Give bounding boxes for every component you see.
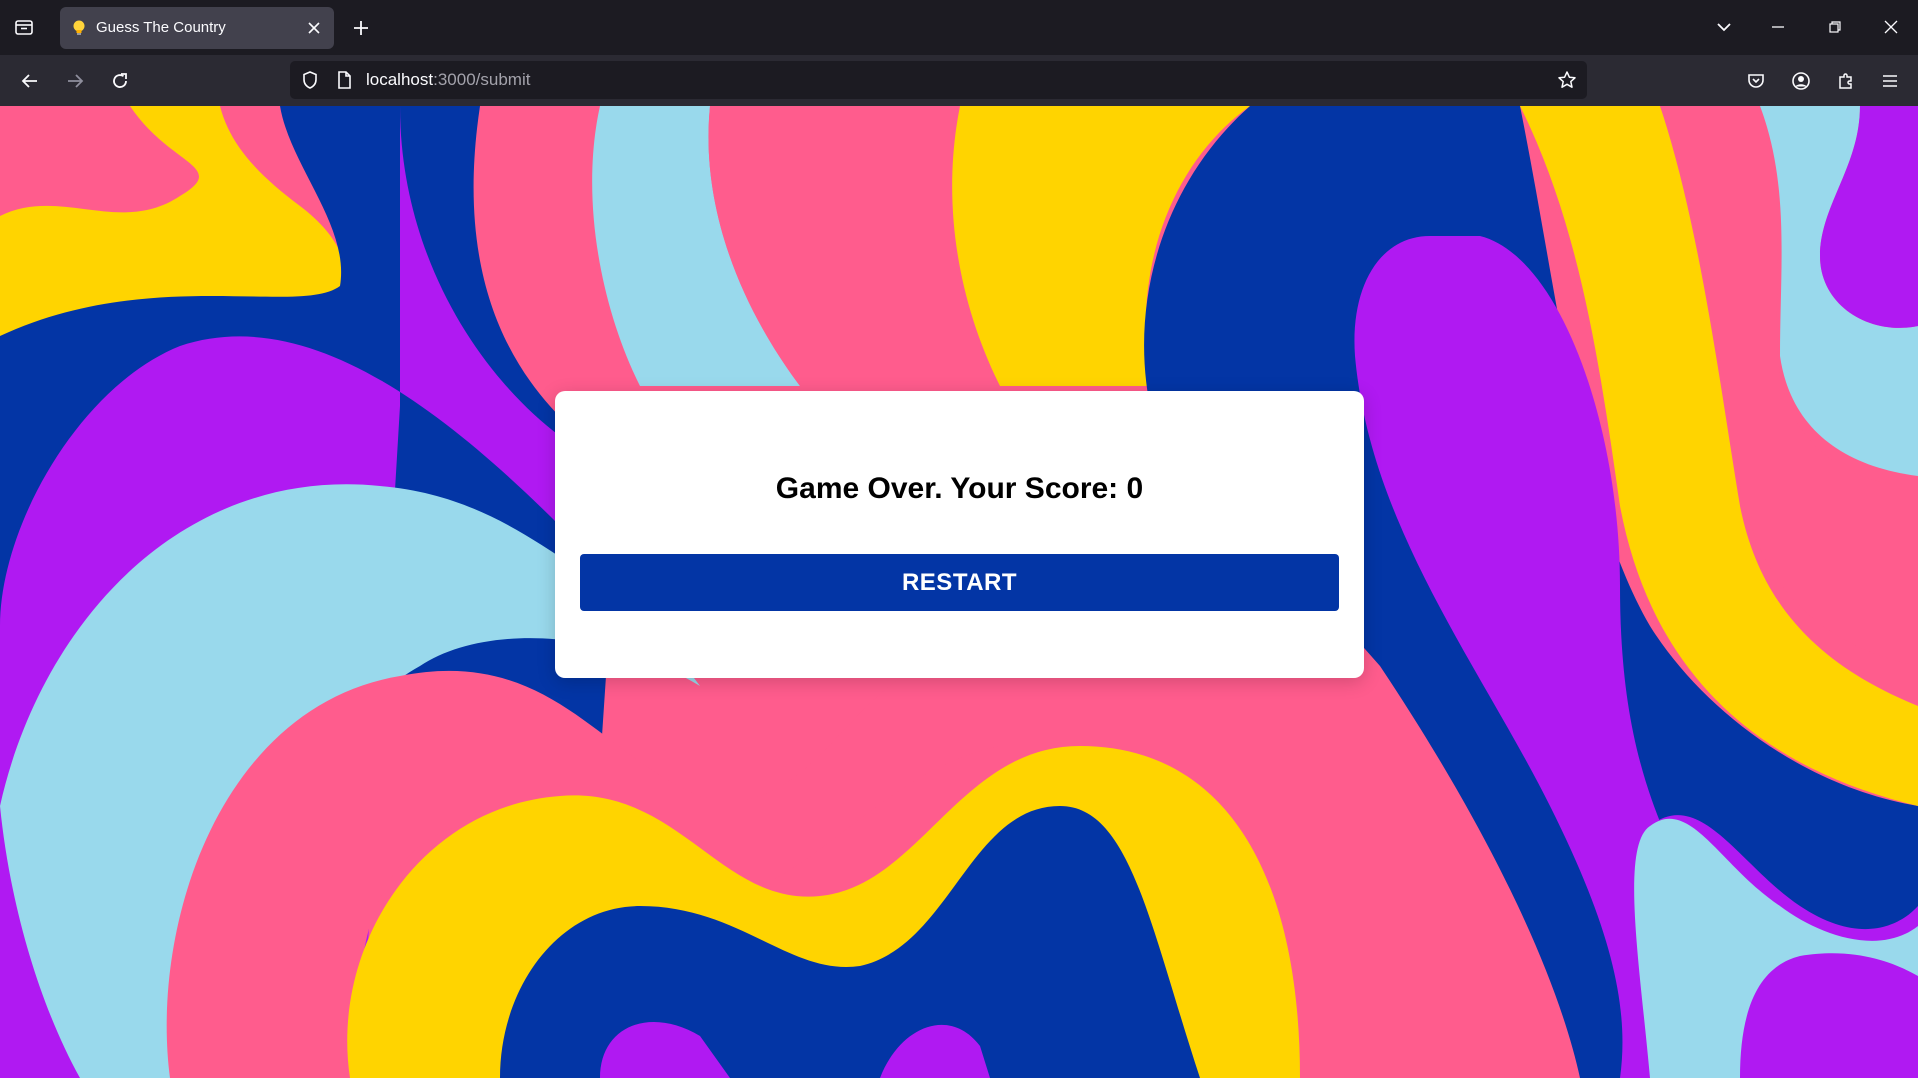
forward-arrow-icon[interactable] <box>61 67 89 95</box>
result-card: Game Over. Your Score: 0 RESTART <box>555 391 1364 678</box>
restart-button[interactable]: RESTART <box>580 554 1339 611</box>
hamburger-menu-icon[interactable] <box>1876 67 1904 95</box>
plus-icon[interactable] <box>348 15 374 41</box>
close-icon[interactable] <box>304 18 324 38</box>
account-icon[interactable] <box>1787 67 1815 95</box>
score-heading: Game Over. Your Score: 0 <box>775 472 1144 505</box>
tab-list-icon[interactable] <box>12 15 36 39</box>
reload-icon[interactable] <box>106 67 134 95</box>
tab-title: Guess The Country <box>96 19 226 36</box>
minimize-icon[interactable] <box>1764 14 1792 40</box>
restore-icon[interactable] <box>1821 14 1849 40</box>
page-content: Game Over. Your Score: 0 RESTART <box>0 106 1918 1078</box>
puzzle-icon[interactable] <box>1832 67 1860 95</box>
url-path: :3000/submit <box>433 70 531 89</box>
page-icon[interactable] <box>334 70 354 90</box>
navigation-toolbar: localhost:3000/submit <box>0 55 1918 106</box>
shield-icon[interactable] <box>300 70 320 90</box>
close-icon[interactable] <box>1877 14 1905 40</box>
address-bar[interactable]: localhost:3000/submit <box>290 61 1587 99</box>
url-host: localhost <box>366 70 434 89</box>
lightbulb-icon <box>70 19 88 37</box>
star-icon[interactable] <box>1557 70 1577 90</box>
chevron-down-icon[interactable] <box>1710 14 1738 40</box>
tab-guess-the-country[interactable]: Guess The Country <box>60 7 334 49</box>
url-text[interactable]: localhost:3000/submit <box>366 70 530 90</box>
pocket-icon[interactable] <box>1742 67 1770 95</box>
back-arrow-icon[interactable] <box>16 67 44 95</box>
tab-strip: Guess The Country <box>0 0 1918 55</box>
